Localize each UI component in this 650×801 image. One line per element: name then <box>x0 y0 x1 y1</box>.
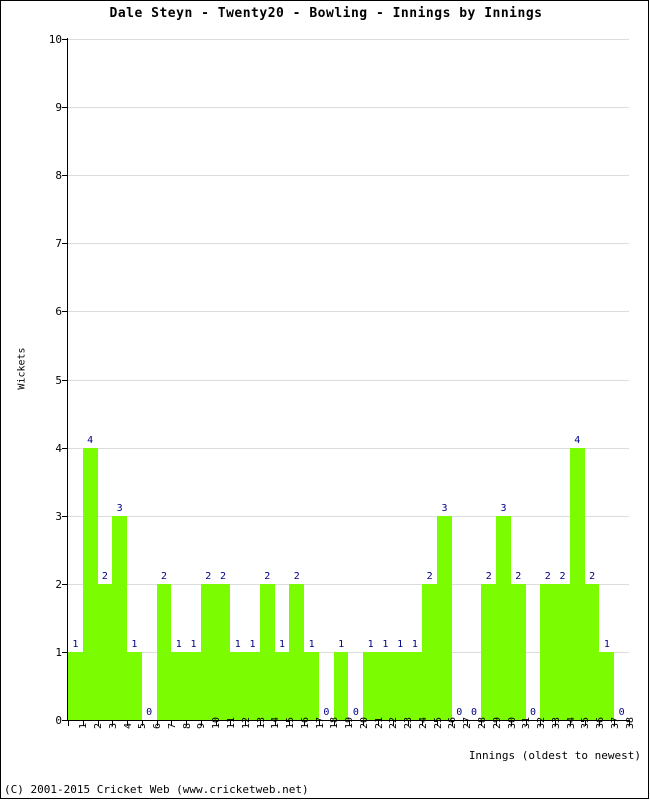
x-axis-tick-label: 21 <box>373 716 385 729</box>
chart-frame: Dale Steyn - Twenty20 - Bowling - Inning… <box>0 0 649 799</box>
x-axis-tick-label: 11 <box>226 716 237 729</box>
x-axis-tick-label: 1 <box>78 722 90 729</box>
x-axis-tick-label: 3 <box>107 722 119 729</box>
x-axis-labels: 1 2 3 4 5 6 7 8 9 10 11 12 13 14 15 16 17 18 19 20 21 22 23 24 2… <box>1 1 650 801</box>
x-axis-tick-label: 32 <box>536 716 548 729</box>
x-axis-tick-label: 5 <box>137 722 149 729</box>
x-axis-tick-label: 28 <box>476 716 488 729</box>
x-axis-tick-label: 31 <box>521 716 533 729</box>
x-axis-tick-label: 29 <box>491 716 503 729</box>
x-axis-tick-label: 37 <box>609 716 621 729</box>
x-axis-title: Innings (oldest to newest) <box>468 749 641 762</box>
x-axis-tick-label: 24 <box>417 716 429 729</box>
x-axis-tick-label: 27 <box>462 716 474 729</box>
x-axis-tick-label: 14 <box>270 716 282 729</box>
x-axis-tick-label: 6 <box>152 722 164 729</box>
x-axis-tick-label: 34 <box>565 716 577 729</box>
x-axis-tick-label: 10 <box>211 716 223 729</box>
x-axis-tick-label: 4 <box>122 722 134 729</box>
x-axis-tick-label: 26 <box>447 716 459 729</box>
x-axis-tick-label: 16 <box>299 716 311 729</box>
copyright-footer: (C) 2001-2015 Cricket Web (www.cricketwe… <box>4 783 309 796</box>
x-axis-tick-label: 13 <box>255 716 267 729</box>
x-axis-tick-label: 8 <box>181 722 193 729</box>
x-axis-tick-label: 35 <box>580 716 592 729</box>
x-axis-tick-label: 2 <box>93 722 105 729</box>
x-axis-tick-label: 20 <box>358 716 370 729</box>
x-axis-tick-label: 7 <box>166 722 178 729</box>
x-axis-tick-label: 17 <box>314 716 326 729</box>
x-axis-tick-label: 25 <box>432 716 444 729</box>
x-axis-tick-label: 23 <box>403 716 415 729</box>
x-axis-tick-label: 30 <box>506 716 518 729</box>
x-axis-tick-label: 36 <box>595 716 607 729</box>
x-axis-tick-label: 38 <box>624 716 636 729</box>
x-axis-tick-label: 22 <box>388 716 400 729</box>
x-axis-tick-label: 18 <box>329 716 341 729</box>
x-axis-tick-label: 12 <box>240 716 252 729</box>
x-axis-tick-label: 33 <box>550 716 562 729</box>
x-axis-tick-label: 19 <box>344 716 356 729</box>
x-axis-tick-label: 9 <box>196 722 208 729</box>
x-axis-tick-label: 15 <box>285 716 297 729</box>
